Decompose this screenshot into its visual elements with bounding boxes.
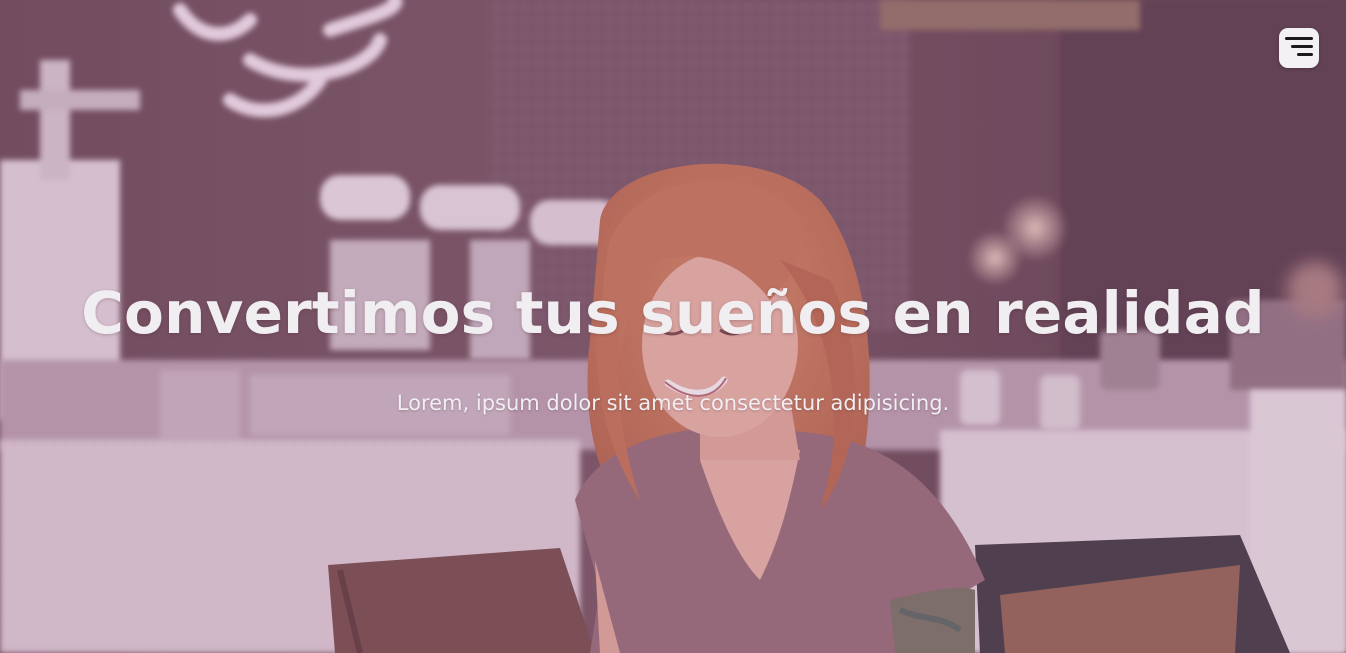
hero-headline: Convertimos tus sueños en realidad — [81, 279, 1265, 347]
menu-toggle-button[interactable] — [1279, 28, 1319, 68]
hamburger-menu-icon — [1285, 37, 1313, 56]
hero-subtitle: Lorem, ipsum dolor sit amet consectetur … — [396, 391, 950, 415]
hero-section: Convertimos tus sueños en realidad Lorem… — [0, 0, 1346, 653]
